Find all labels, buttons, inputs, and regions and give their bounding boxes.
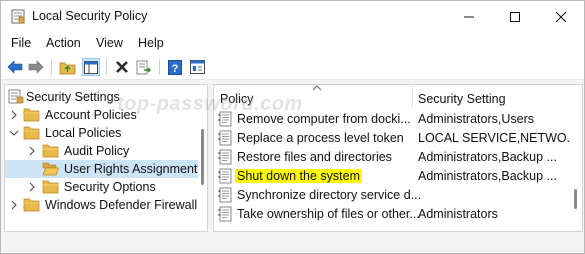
export-list-icon bbox=[136, 60, 151, 74]
menu-bar: File Action View Help bbox=[1, 32, 584, 54]
up-folder-icon bbox=[59, 62, 75, 74]
policy-document-icon bbox=[218, 130, 232, 146]
toolbar-separator bbox=[159, 59, 160, 75]
close-icon bbox=[556, 11, 566, 22]
status-bar bbox=[1, 235, 584, 253]
properties-button[interactable] bbox=[188, 58, 206, 76]
policy-document-icon bbox=[218, 206, 232, 222]
list-scrollbar[interactable] bbox=[570, 85, 582, 231]
tree-item-local-policies[interactable]: Local Policies bbox=[5, 124, 200, 142]
tree-item-label: User Rights Assignment bbox=[64, 162, 198, 176]
list-row[interactable]: Restore files and directories Administra… bbox=[214, 148, 572, 167]
folder-icon bbox=[23, 198, 40, 212]
policy-document-icon bbox=[218, 168, 232, 184]
minimize-button[interactable] bbox=[446, 1, 492, 32]
policy-name: Restore files and directories bbox=[237, 150, 392, 164]
open-folder-icon bbox=[42, 162, 59, 176]
list-row[interactable]: Remove computer from docki... Administra… bbox=[214, 110, 572, 129]
tree-item-audit-policy[interactable]: Audit Policy bbox=[5, 142, 200, 160]
minimize-icon bbox=[464, 16, 474, 17]
tree-scrollbar[interactable] bbox=[198, 85, 207, 231]
up-one-level-button[interactable] bbox=[58, 58, 76, 76]
chevron-right-icon[interactable] bbox=[9, 200, 19, 210]
folder-icon bbox=[42, 144, 59, 158]
delete-icon bbox=[116, 61, 128, 73]
security-setting-value: Administrators,Users bbox=[418, 112, 534, 126]
list-row-shut-down-the-system[interactable]: Shut down the system Administrators,Back… bbox=[214, 167, 572, 186]
policy-name: Remove computer from docki... bbox=[237, 112, 411, 126]
tree-item-security-settings[interactable]: Security Settings bbox=[5, 88, 200, 106]
tree-item-windows-defender-firewall[interactable]: Windows Defender Firewall bbox=[5, 196, 200, 214]
svg-text:?: ? bbox=[172, 63, 179, 75]
tree-item-label: Audit Policy bbox=[64, 144, 130, 158]
help-icon: ? bbox=[168, 59, 182, 75]
maximize-button[interactable] bbox=[492, 1, 538, 32]
chevron-right-icon[interactable] bbox=[27, 146, 37, 156]
chevron-right-icon[interactable] bbox=[9, 110, 19, 120]
local-security-policy-window: Local Security Policy File Action View H… bbox=[0, 0, 585, 254]
folder-icon bbox=[23, 126, 40, 140]
sort-ascending-icon bbox=[312, 85, 322, 91]
console-tree: Security Settings Account Policies Local… bbox=[4, 84, 208, 232]
policy-name: Replace a process level token bbox=[237, 131, 404, 145]
show-hide-console-tree-button[interactable] bbox=[82, 58, 100, 76]
list-row[interactable]: Take ownership of files or other... Admi… bbox=[214, 205, 572, 224]
menu-help[interactable]: Help bbox=[138, 36, 164, 50]
tree-item-label: Account Policies bbox=[45, 108, 137, 122]
title-bar: Local Security Policy bbox=[1, 1, 584, 32]
tree-item-label: Local Policies bbox=[45, 126, 122, 140]
security-setting-value: Administrators bbox=[418, 207, 498, 221]
column-header-label: Policy bbox=[220, 92, 254, 106]
list-row[interactable]: Replace a process level token LOCAL SERV… bbox=[214, 129, 577, 148]
policy-list: Policy Security Setting Remove computer … bbox=[213, 84, 583, 232]
menu-action[interactable]: Action bbox=[46, 36, 81, 50]
toolbar: ? bbox=[1, 54, 584, 80]
folder-icon bbox=[42, 180, 59, 194]
tree-item-security-options[interactable]: Security Options bbox=[5, 178, 200, 196]
tree-scrollbar-thumb[interactable] bbox=[201, 129, 204, 185]
tree-item-label: Security Options bbox=[64, 180, 156, 194]
list-scrollbar-thumb[interactable] bbox=[574, 189, 577, 209]
toolbar-separator bbox=[106, 59, 107, 75]
tree-item-user-rights-assignment[interactable]: User Rights Assignment bbox=[5, 160, 200, 178]
toolbar-separator bbox=[51, 59, 52, 75]
security-setting-value: LOCAL SERVICE,NETWO... bbox=[418, 131, 578, 145]
back-arrow-icon bbox=[7, 60, 23, 74]
security-setting-value: Administrators,Backup ... bbox=[418, 169, 557, 183]
menu-file[interactable]: File bbox=[11, 36, 31, 50]
column-header-label: Security Setting bbox=[418, 92, 506, 106]
folder-icon bbox=[23, 108, 40, 122]
tree-item-label: Windows Defender Firewall bbox=[45, 198, 198, 212]
policy-name: Take ownership of files or other... bbox=[237, 207, 420, 221]
column-header-security-setting[interactable]: Security Setting bbox=[413, 85, 570, 108]
security-settings-icon bbox=[8, 89, 24, 104]
maximize-icon bbox=[510, 11, 520, 22]
show-hide-tree-icon bbox=[84, 60, 98, 74]
forward-button[interactable] bbox=[27, 58, 45, 76]
back-button[interactable] bbox=[6, 58, 24, 76]
properties-icon bbox=[189, 60, 205, 74]
menu-view[interactable]: View bbox=[96, 36, 123, 50]
policy-document-icon bbox=[218, 111, 232, 127]
policy-document-icon bbox=[218, 187, 232, 203]
tree-item-account-policies[interactable]: Account Policies bbox=[5, 106, 200, 124]
list-row[interactable]: Synchronize directory service d... bbox=[214, 186, 572, 205]
security-policy-app-icon bbox=[11, 9, 25, 24]
policy-name: Synchronize directory service d... bbox=[237, 188, 422, 202]
policy-document-icon bbox=[218, 149, 232, 165]
close-button[interactable] bbox=[538, 1, 584, 32]
chevron-down-icon[interactable] bbox=[9, 128, 19, 138]
delete-button[interactable] bbox=[113, 58, 131, 76]
policy-name-highlighted: Shut down the system bbox=[235, 169, 362, 183]
column-header-policy[interactable]: Policy bbox=[214, 85, 414, 108]
tree-item-label: Security Settings bbox=[26, 90, 120, 104]
help-button[interactable]: ? bbox=[166, 58, 184, 76]
chevron-right-icon[interactable] bbox=[27, 182, 37, 192]
security-setting-value: Administrators,Backup ... bbox=[418, 150, 557, 164]
forward-arrow-icon bbox=[28, 60, 44, 74]
window-title: Local Security Policy bbox=[32, 9, 148, 23]
export-list-button[interactable] bbox=[135, 58, 153, 76]
